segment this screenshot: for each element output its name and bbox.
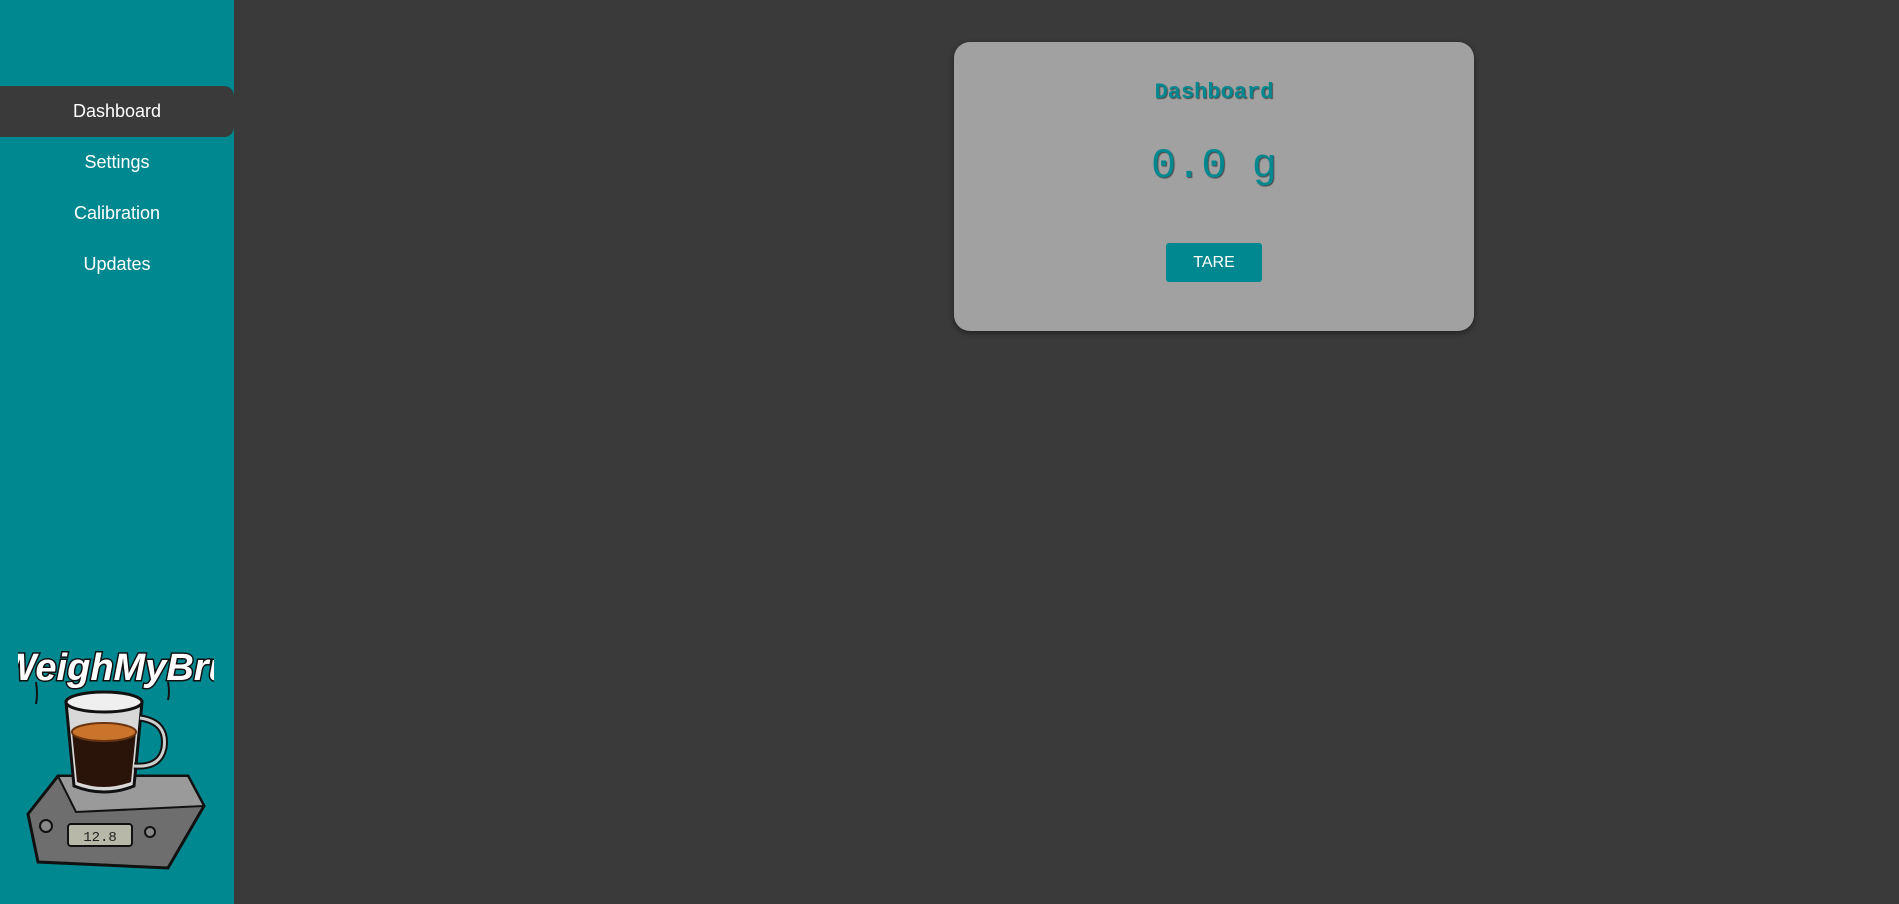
- sidebar-item-calibration[interactable]: Calibration: [0, 188, 234, 239]
- tare-button[interactable]: TARE: [1166, 243, 1262, 282]
- logo: WeighMyBru 12.8: [18, 646, 214, 870]
- sidebar-nav: Dashboard Settings Calibration Updates: [0, 86, 234, 290]
- page-title: Dashboard: [1154, 80, 1274, 105]
- sidebar: Dashboard Settings Calibration Updates W…: [0, 0, 234, 904]
- logo-scale-readout: 12.8: [83, 830, 117, 846]
- weight-readout: 0.0 g: [1150, 142, 1278, 190]
- dashboard-card: Dashboard 0.0 g TARE: [954, 42, 1474, 331]
- sidebar-item-settings[interactable]: Settings: [0, 137, 234, 188]
- sidebar-item-updates[interactable]: Updates: [0, 239, 234, 290]
- sidebar-item-dashboard[interactable]: Dashboard: [0, 86, 234, 137]
- logo-wordmark: WeighMyBru: [18, 647, 214, 689]
